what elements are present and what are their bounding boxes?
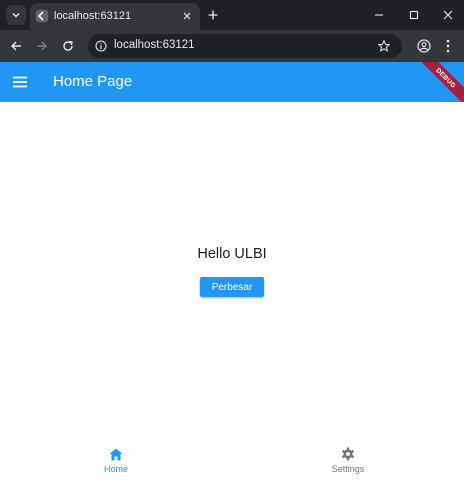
tab-search-button[interactable] — [6, 5, 26, 25]
minimize-icon — [375, 14, 383, 16]
kebab-menu-icon — [446, 39, 450, 53]
favicon-icon — [36, 10, 48, 22]
perbesar-button[interactable]: Perbesar — [200, 277, 264, 297]
close-window-button[interactable] — [439, 6, 457, 24]
main-content: Hello ULBI Perbesar — [0, 102, 464, 442]
bottom-nav-label-home: Home — [103, 464, 128, 474]
star-icon — [378, 40, 390, 52]
site-info-button[interactable] — [94, 39, 108, 53]
tab-title: localhost:63121 — [54, 10, 132, 22]
page-title: Home Page — [53, 73, 133, 90]
maximize-button[interactable] — [405, 6, 423, 24]
maximize-icon — [409, 10, 419, 20]
reload-button[interactable] — [58, 36, 78, 56]
hamburger-menu-icon — [13, 76, 27, 88]
gear-icon — [340, 446, 356, 462]
bookmark-button[interactable] — [376, 38, 392, 54]
forward-button[interactable] — [32, 36, 52, 56]
profile-button[interactable] — [414, 36, 434, 56]
back-arrow-icon — [11, 41, 21, 51]
bottom-nav-item-settings[interactable]: Settings — [232, 442, 464, 480]
close-icon — [183, 12, 191, 20]
profile-icon — [417, 39, 431, 53]
url-text: localhost:63121 — [114, 39, 195, 51]
browser-toolbar: localhost:63121 — [0, 30, 464, 62]
new-tab-button[interactable] — [204, 6, 222, 24]
greeting-text: Hello ULBI — [197, 246, 267, 262]
close-window-icon — [443, 10, 453, 20]
browser-tab[interactable]: localhost:63121 — [30, 3, 200, 30]
minimize-button[interactable] — [370, 6, 388, 24]
address-bar[interactable]: localhost:63121 — [88, 34, 402, 58]
bottom-navigation-bar: Home Settings — [0, 442, 464, 480]
plus-icon — [208, 10, 218, 20]
chevron-down-icon — [12, 13, 20, 18]
drawer-menu-button[interactable] — [10, 72, 30, 92]
home-icon — [108, 446, 124, 462]
bottom-nav-item-home[interactable]: Home — [0, 442, 232, 480]
forward-arrow-icon — [37, 41, 47, 51]
site-info-icon — [95, 40, 107, 52]
browser-menu-button[interactable] — [440, 36, 456, 56]
debug-banner: DEBUG — [413, 62, 464, 102]
bottom-nav-label-settings: Settings — [331, 464, 365, 474]
back-button[interactable] — [6, 36, 26, 56]
reload-icon — [63, 40, 73, 51]
app-bar: Home Page DEBUG — [0, 62, 464, 102]
close-tab-button[interactable] — [180, 9, 194, 23]
debug-banner-label: DEBUG — [434, 66, 458, 90]
browser-tab-strip: localhost:63121 — [0, 0, 464, 30]
